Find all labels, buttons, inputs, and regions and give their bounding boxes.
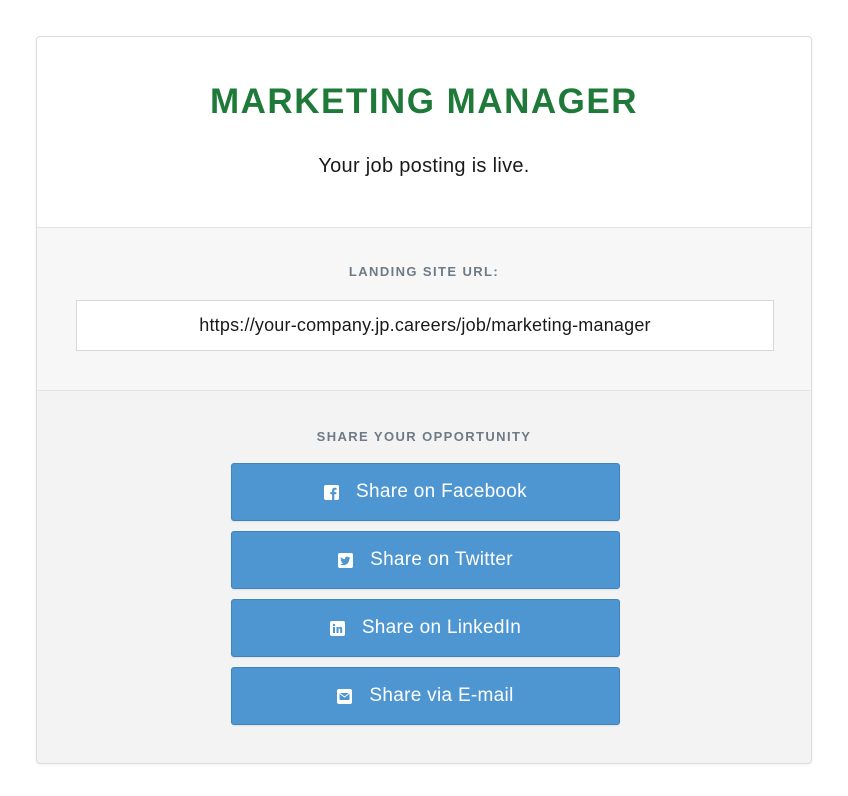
email-icon — [337, 688, 353, 704]
linkedin-icon — [329, 620, 345, 636]
share-email-label: Share via E-mail — [369, 685, 514, 706]
share-linkedin-label: Share on LinkedIn — [361, 617, 522, 638]
landing-url-field[interactable]: https://your-company.jp.careers/job/mark… — [76, 300, 774, 351]
facebook-icon — [324, 484, 340, 500]
twitter-icon — [338, 552, 354, 568]
share-facebook-button[interactable]: Share on Facebook — [231, 463, 620, 521]
share-facebook-label: Share on Facebook — [356, 481, 527, 502]
share-linkedin-button[interactable]: Share on LinkedIn — [231, 599, 620, 657]
job-title: MARKETING MANAGER — [210, 82, 638, 121]
share-twitter-button[interactable]: Share on Twitter — [231, 531, 620, 589]
posting-status: Your job posting is live. — [318, 155, 530, 177]
share-email-button[interactable]: Share via E-mail — [231, 667, 620, 725]
landing-url-label: LANDING SITE URL: — [348, 264, 500, 279]
share-section: SHARE YOUR OPPORTUNITY Share on Facebook… — [37, 391, 811, 763]
share-twitter-label: Share on Twitter — [370, 549, 513, 570]
share-label: SHARE YOUR OPPORTUNITY — [316, 429, 532, 444]
job-posting-card: MARKETING MANAGER Your job posting is li… — [36, 36, 812, 764]
card-header: MARKETING MANAGER Your job posting is li… — [37, 37, 811, 228]
